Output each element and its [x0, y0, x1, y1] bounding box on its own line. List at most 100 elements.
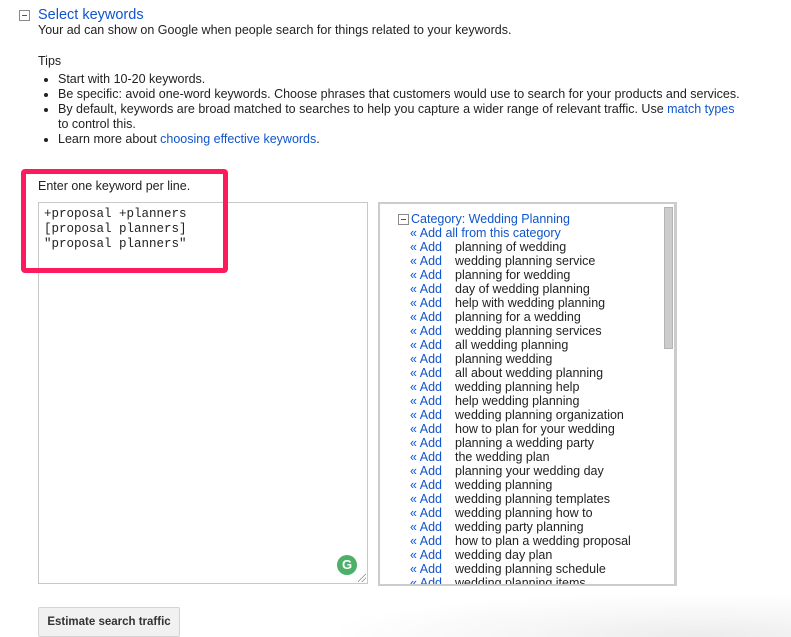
category-header: Category: Wedding Planning [398, 212, 570, 226]
suggested-keyword-text: wedding planning services [455, 324, 602, 338]
add-keyword-link[interactable]: « Add [410, 478, 455, 492]
category-title[interactable]: Category: Wedding Planning [411, 212, 570, 226]
suggested-keyword-row: « Add help wedding planning [410, 394, 631, 408]
tip-text: . [316, 132, 320, 146]
add-keyword-link[interactable]: « Add [410, 268, 455, 282]
suggested-keyword-row: « Add day of wedding planning [410, 282, 631, 296]
tip-item: Be specific: avoid one-word keywords. Ch… [58, 87, 748, 102]
add-keyword-link[interactable]: « Add [410, 450, 455, 464]
add-keyword-link[interactable]: « Add [410, 506, 455, 520]
suggested-keyword-row: « Add planning for a wedding [410, 310, 631, 324]
suggested-keyword-text: how to plan for your wedding [455, 422, 615, 436]
add-keyword-link[interactable]: « Add [410, 282, 455, 296]
suggested-keyword-row: « Add wedding planning services [410, 324, 631, 338]
add-keyword-link[interactable]: « Add [410, 380, 455, 394]
add-keyword-link[interactable]: « Add [410, 576, 455, 584]
collapse-icon[interactable] [398, 213, 409, 225]
suggested-keyword-list: « Add planning of wedding « Add wedding pla… [410, 240, 631, 586]
suggested-keyword-text: the wedding plan [455, 450, 550, 464]
add-keyword-link[interactable]: « Add [410, 366, 455, 380]
add-keyword-link[interactable]: « Add [410, 534, 455, 548]
add-keyword-link[interactable]: « Add [410, 422, 455, 436]
grammarly-icon[interactable]: G [337, 555, 357, 575]
tips-title: Tips [38, 54, 62, 68]
add-keyword-link[interactable]: « Add [410, 394, 455, 408]
add-keyword-link[interactable]: « Add [410, 338, 455, 352]
suggested-keyword-row: « Add planning a wedding party [410, 436, 631, 450]
tip-text: Start with 10-20 keywords. [58, 72, 206, 86]
suggested-keyword-text: planning of wedding [455, 240, 567, 254]
suggested-keyword-text: help wedding planning [455, 394, 580, 408]
add-keyword-link[interactable]: « Add [410, 296, 455, 310]
section-title[interactable]: Select keywords [38, 7, 144, 23]
keyword-suggestions-panel: Category: Wedding Planning « Add all fro… [378, 202, 677, 586]
suggested-keyword-text: wedding planning [455, 478, 553, 492]
suggested-keyword-text: all about wedding planning [455, 366, 604, 380]
suggested-keyword-text: day of wedding planning [455, 282, 590, 296]
add-all-link[interactable]: « Add all from this category [410, 226, 561, 240]
suggested-keyword-text: wedding planning how to [455, 506, 593, 520]
suggested-keyword-row: « Add wedding planning schedule [410, 562, 631, 576]
tips-list: Start with 10-20 keywords. Be specific: … [38, 72, 748, 147]
tip-text: Be specific: avoid one-word keywords. Ch… [58, 87, 740, 101]
suggested-keyword-row: « Add wedding planning how to [410, 506, 631, 520]
match-types-link[interactable]: match types [667, 102, 734, 116]
add-keyword-link[interactable]: « Add [410, 562, 455, 576]
tip-text: Learn more about [58, 132, 161, 146]
tip-text: to control this. [58, 117, 136, 131]
tip-item: Start with 10-20 keywords. [58, 72, 748, 87]
tip-item: By default, keywords are broad matched t… [58, 102, 748, 132]
suggested-keyword-text: all wedding planning [455, 338, 569, 352]
add-keyword-link[interactable]: « Add [410, 324, 455, 338]
scrollbar-thumb[interactable] [664, 207, 673, 349]
suggested-keyword-row: « Add planning for wedding [410, 268, 631, 282]
add-keyword-link[interactable]: « Add [410, 520, 455, 534]
add-keyword-link[interactable]: « Add [410, 464, 455, 478]
suggested-keyword-row: « Add all wedding planning [410, 338, 631, 352]
suggested-keyword-text: how to plan a wedding proposal [455, 534, 631, 548]
add-keyword-link[interactable]: « Add [410, 548, 455, 562]
suggested-keyword-row: « Add wedding day plan [410, 548, 631, 562]
suggested-keyword-row: « Add planning of wedding [410, 240, 631, 254]
background-shade [340, 595, 791, 637]
suggested-keyword-row: « Add wedding planning [410, 478, 631, 492]
suggested-keyword-text: planning a wedding party [455, 436, 594, 450]
suggested-keyword-text: wedding party planning [455, 520, 584, 534]
suggested-keyword-row: « Add all about wedding planning [410, 366, 631, 380]
suggested-keyword-text: wedding planning templates [455, 492, 610, 506]
add-keyword-link[interactable]: « Add [410, 240, 455, 254]
suggested-keyword-row: « Add wedding planning help [410, 380, 631, 394]
suggested-keyword-text: planning your wedding day [455, 464, 604, 478]
add-keyword-link[interactable]: « Add [410, 352, 455, 366]
keyword-entry-label: Enter one keyword per line. [38, 179, 191, 193]
keyword-textarea-value[interactable]: +proposal +planners [proposal planners] … [44, 207, 187, 252]
suggested-keyword-row: « Add the wedding plan [410, 450, 631, 464]
section-description: Your ad can show on Google when people s… [38, 23, 512, 37]
keyword-textarea[interactable]: +proposal +planners [proposal planners] … [38, 202, 368, 584]
suggested-keyword-text: wedding planning organization [455, 408, 624, 422]
add-keyword-link[interactable]: « Add [410, 408, 455, 422]
effective-keywords-link[interactable]: choosing effective keywords [160, 132, 316, 146]
section-header: Select keywords [19, 7, 144, 23]
suggested-keyword-text: planning for wedding [455, 268, 571, 282]
suggested-keyword-row: « Add wedding planning items [410, 576, 631, 586]
suggested-keyword-row: « Add wedding planning templates [410, 492, 631, 506]
suggested-keyword-text: wedding planning items [455, 576, 586, 586]
suggested-keyword-text: planning wedding [455, 352, 553, 366]
suggested-keyword-text: wedding planning help [455, 380, 580, 394]
tip-text: By default, keywords are broad matched t… [58, 102, 668, 116]
suggested-keyword-row: « Add wedding planning service [410, 254, 631, 268]
collapse-icon[interactable] [19, 9, 30, 21]
add-keyword-link[interactable]: « Add [410, 436, 455, 450]
add-keyword-link[interactable]: « Add [410, 254, 455, 268]
suggested-keyword-row: « Add wedding planning organization [410, 408, 631, 422]
estimate-search-traffic-button[interactable]: Estimate search traffic [38, 607, 180, 637]
add-keyword-link[interactable]: « Add [410, 492, 455, 506]
suggested-keyword-row: « Add planning your wedding day [410, 464, 631, 478]
suggested-keyword-text: wedding planning schedule [455, 562, 606, 576]
add-keyword-link[interactable]: « Add [410, 310, 455, 324]
tip-item: Learn more about choosing effective keyw… [58, 132, 748, 147]
resize-handle[interactable] [358, 574, 366, 582]
suggested-keyword-text: wedding planning service [455, 254, 596, 268]
suggested-keyword-text: help with wedding planning [455, 296, 606, 310]
